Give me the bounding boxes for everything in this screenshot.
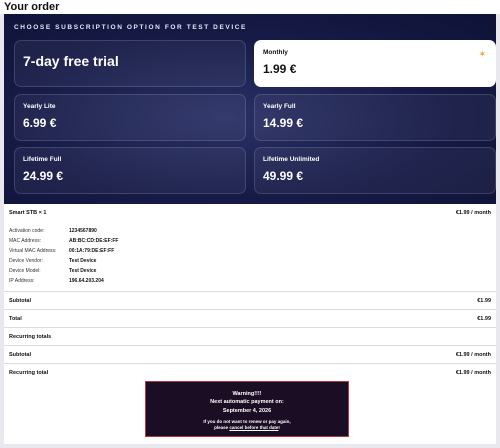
frame-right — [496, 14, 500, 448]
plan-label: Yearly Full — [263, 103, 296, 110]
divider — [4, 363, 496, 364]
warning-renew-note: If you do not want to renew or pay again… — [203, 419, 291, 424]
plan-label: Yearly Lite — [23, 103, 56, 110]
plan-price: 1.99 € — [263, 62, 297, 76]
plan-label: Lifetime Full — [23, 156, 62, 163]
plan-card-monthly[interactable]: Monthly 1.99 € ✶ — [254, 40, 496, 87]
item-name: Smart STB × 1 — [9, 210, 47, 216]
plan-price: 49.99 € — [263, 169, 304, 183]
warning-next-payment-date: September 4, 2026 — [222, 408, 272, 414]
detail-device-vendor: Device Vendor: Test Device — [9, 258, 97, 264]
detail-ip-address: IP Address: 196.64.203.204 — [9, 278, 104, 284]
plan-card-yearly-full[interactable]: Yearly Full 14.99 € — [254, 94, 496, 141]
plan-label: Lifetime Unlimited — [263, 156, 320, 163]
item-price: €1.99 / month — [455, 210, 491, 216]
detail-activation-code: Activation code: 1234567890 — [9, 228, 97, 234]
plan-card-lifetime-unlimited[interactable]: Lifetime Unlimited 49.99 € — [254, 147, 496, 194]
warning-cancel-line: please cancel before that date! — [214, 425, 280, 430]
sparkle-icon: ✶ — [478, 49, 486, 59]
order-page: Your order CHOOSE SUBSCRIPTION OPTION FO… — [0, 0, 500, 448]
detail-device-model: Device Model: Test Device — [9, 268, 97, 274]
plan-price: 14.99 € — [263, 116, 304, 130]
plan-price: 24.99 € — [23, 169, 64, 183]
subscription-panel: CHOOSE SUBSCRIPTION OPTION FOR TEST DEVI… — [4, 14, 496, 204]
divider — [4, 327, 496, 328]
warning-next-payment-label: Next automatic payment on: — [210, 399, 284, 405]
frame-bottom — [0, 444, 500, 448]
plan-card-lifetime-full[interactable]: Lifetime Full 24.99 € — [14, 147, 246, 194]
plan-label: 7-day free trial — [23, 53, 119, 69]
divider — [4, 309, 496, 310]
plan-card-yearly-lite[interactable]: Yearly Lite 6.99 € — [14, 94, 246, 141]
warning-title: Warning!!!! — [232, 391, 262, 397]
page-title: Your order — [4, 1, 60, 13]
plan-price: 6.99 € — [23, 116, 57, 130]
plan-card-free-trial[interactable]: 7-day free trial — [14, 40, 246, 87]
subscription-heading: CHOOSE SUBSCRIPTION OPTION FOR TEST DEVI… — [14, 24, 247, 31]
detail-virtual-mac-address: Virtual MAC Address: 00:1A:79:DE:EF:FF — [9, 248, 115, 254]
divider — [4, 345, 496, 346]
renewal-warning-box: Warning!!!! Next automatic payment on: S… — [145, 381, 349, 437]
detail-mac-address: MAC Address: AB:BC:CD:DE:EF:FF — [9, 238, 119, 244]
divider — [4, 291, 496, 292]
plan-label: Monthly — [263, 49, 288, 56]
cancel-link[interactable]: cancel before that date — [229, 425, 278, 430]
